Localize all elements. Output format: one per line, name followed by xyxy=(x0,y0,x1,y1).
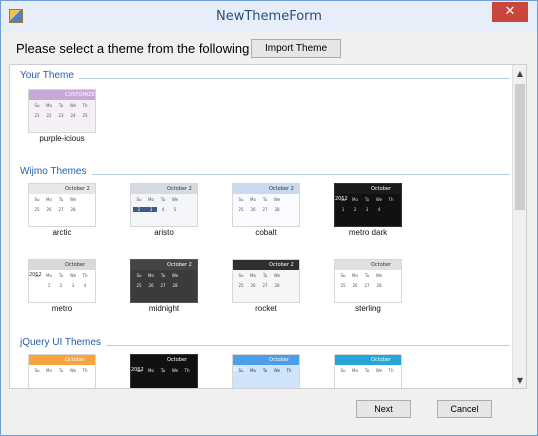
theme-tile-purple-icious[interactable]: CUSTOMIZED Su Mo Tu We Th 21 22 23 24 25 purple-… xyxy=(28,89,96,147)
midnight-thumbnail: October 2 Su Mo Tu We 25 26 27 28 xyxy=(130,259,198,303)
close-button[interactable]: ✕ xyxy=(492,2,528,22)
jquery-theme-4-thumb-grid: Su Mo Tu We Th xyxy=(340,368,394,373)
theme-tile-arctic[interactable]: October 2 Su Mo Tu We 25 26 27 28 arctic xyxy=(28,183,96,241)
jquery-theme-4-thumb-header: October 2012 xyxy=(335,355,401,373)
jquery-theme-3-thumbnail: October 2012 Su Mo Tu We Th xyxy=(232,354,300,388)
footer: Next Cancel xyxy=(1,393,537,436)
aristo-thumb-header: October 2 xyxy=(131,184,197,194)
jquery-ui-themes-title: jQuery UI Themes xyxy=(20,337,106,348)
window-title: NewThemeForm xyxy=(216,9,322,24)
purple-icious-thumb-grid: Su Mo Tu We Th 21 22 23 24 25 xyxy=(34,103,88,118)
theme-tile-metro[interactable]: October 2012 Su Mo Tu We Th 1234 metro xyxy=(28,259,96,317)
scroll-up-icon[interactable]: ▲ xyxy=(513,67,526,81)
theme-tile-aristo[interactable]: October 2 Su Mo Tu We 2345 aristo xyxy=(130,183,198,241)
top-bar: Please select a theme from the following… xyxy=(1,32,537,64)
theme-tile-metro-dark[interactable]: October 2012 Su Mo Tu We Th 1234 metro dark xyxy=(334,183,402,241)
arctic-thumbnail: October 2 Su Mo Tu We 25 26 27 28 xyxy=(28,183,96,227)
sterling-thumb-header: October xyxy=(335,260,401,270)
rocket-thumbnail: October 2 Su Mo Tu We 25 26 27 28 xyxy=(232,259,300,303)
theme-tile-sterling[interactable]: October Su Mo Tu We 25 26 27 28 sterling xyxy=(334,259,402,317)
sterling-thumb-grid: Su Mo Tu We 25 26 27 28 xyxy=(340,273,383,288)
midnight-thumb-header: October 2 xyxy=(131,260,197,270)
window: NewThemeForm ✕ Please select a theme fro… xyxy=(0,0,538,436)
cobalt-thumb-grid: Su Mo Tu We 25 26 27 28 xyxy=(238,197,281,212)
arctic-thumb-grid: Su Mo Tu We 25 26 27 28 xyxy=(34,197,77,212)
jquery-theme-tile-2[interactable]: October 2012 Su Mo Tu We Th xyxy=(130,354,198,388)
metro-dark-thumbnail: October 2012 Su Mo Tu We Th 1234 xyxy=(334,183,402,227)
metro-dark-thumb-header: October 2012 xyxy=(335,184,401,202)
cancel-button[interactable]: Cancel xyxy=(437,400,492,418)
rocket-label: rocket xyxy=(255,304,277,313)
wijmo-themes-title: Wijmo Themes xyxy=(20,166,92,177)
theme-tile-midnight[interactable]: October 2 Su Mo Tu We 25 26 27 28 midnight xyxy=(130,259,198,317)
arctic-label: arctic xyxy=(52,228,72,237)
aristo-thumbnail: October 2 Su Mo Tu We 2345 xyxy=(130,183,198,227)
jquery-theme-tile-4[interactable]: October 2012 Su Mo Tu We Th xyxy=(334,354,402,388)
aristo-thumb-grid: Su Mo Tu We 2345 xyxy=(133,197,197,225)
jquery-theme-1-thumbnail: October 2012 Su Mo Tu We Th xyxy=(28,354,96,388)
jquery-theme-2-thumb-grid: Su Mo Tu We Th xyxy=(136,368,190,373)
cobalt-thumb-header: October 2 xyxy=(233,184,299,194)
jquery-theme-4-thumbnail: October 2012 Su Mo Tu We Th xyxy=(334,354,402,388)
your-theme-divider xyxy=(20,78,510,79)
vertical-scrollbar[interactable]: ▲ ▼ xyxy=(512,65,526,388)
cobalt-thumbnail: October 2 Su Mo Tu We 25 26 27 28 xyxy=(232,183,300,227)
midnight-label: midnight xyxy=(148,304,180,313)
purple-icious-thumb-header: CUSTOMIZED xyxy=(29,90,95,100)
scroll-thumb[interactable] xyxy=(515,84,525,210)
next-button[interactable]: Next xyxy=(356,400,411,418)
midnight-thumb-grid: Su Mo Tu We 25 26 27 28 xyxy=(136,273,179,288)
purple-icious-thumbnail: CUSTOMIZED Su Mo Tu We Th 21 22 23 24 25 xyxy=(28,89,96,133)
sterling-thumbnail: October Su Mo Tu We 25 26 27 28 xyxy=(334,259,402,303)
theme-list[interactable]: Your Theme CUSTOMIZED Su Mo Tu We Th 21 22 23 2… xyxy=(9,64,527,389)
aristo-label: aristo xyxy=(154,228,174,237)
jquery-theme-3-thumb-header: October 2012 xyxy=(233,355,299,373)
title-bar: NewThemeForm ✕ xyxy=(1,1,537,32)
metro-thumb-grid: Su Mo Tu We Th 1234 xyxy=(34,273,88,288)
metro-thumb-header: October 2012 xyxy=(29,260,95,278)
theme-tile-cobalt[interactable]: October 2 Su Mo Tu We 25 26 27 28 cobalt xyxy=(232,183,300,241)
wijmo-themes-divider xyxy=(20,174,510,175)
jquery-theme-tile-3[interactable]: October 2012 Su Mo Tu We Th xyxy=(232,354,300,388)
jquery-theme-1-thumb-header: October 2012 xyxy=(29,355,95,373)
purple-icious-label: purple-icious xyxy=(39,134,85,143)
your-theme-title: Your Theme xyxy=(20,70,79,81)
metro-dark-label: metro dark xyxy=(348,228,388,237)
cobalt-label: cobalt xyxy=(255,228,277,237)
rocket-thumb-grid: Su Mo Tu We 25 26 27 28 xyxy=(238,273,281,288)
theme-tile-rocket[interactable]: October 2 Su Mo Tu We 25 26 27 28 rocket xyxy=(232,259,300,317)
jquery-theme-1-thumb-grid: Su Mo Tu We Th xyxy=(34,368,88,373)
import-theme-button[interactable]: Import Theme xyxy=(251,39,341,58)
scroll-down-icon[interactable]: ▼ xyxy=(513,374,526,388)
jquery-theme-2-thumbnail: October 2012 Su Mo Tu We Th xyxy=(130,354,198,388)
metro-label: metro xyxy=(51,304,73,313)
metro-thumbnail: October 2012 Su Mo Tu We Th 1234 xyxy=(28,259,96,303)
jquery-theme-3-thumb-grid: Su Mo Tu We Th xyxy=(238,368,292,373)
jquery-theme-tile-1[interactable]: October 2012 Su Mo Tu We Th xyxy=(28,354,96,388)
jquery-theme-2-thumb-header: October 2012 xyxy=(131,355,197,373)
sterling-label: sterling xyxy=(355,304,381,313)
rocket-thumb-header: October 2 xyxy=(233,260,299,270)
arctic-thumb-header: October 2 xyxy=(29,184,95,194)
metro-dark-thumb-grid: Su Mo Tu We Th 1234 xyxy=(340,197,394,212)
